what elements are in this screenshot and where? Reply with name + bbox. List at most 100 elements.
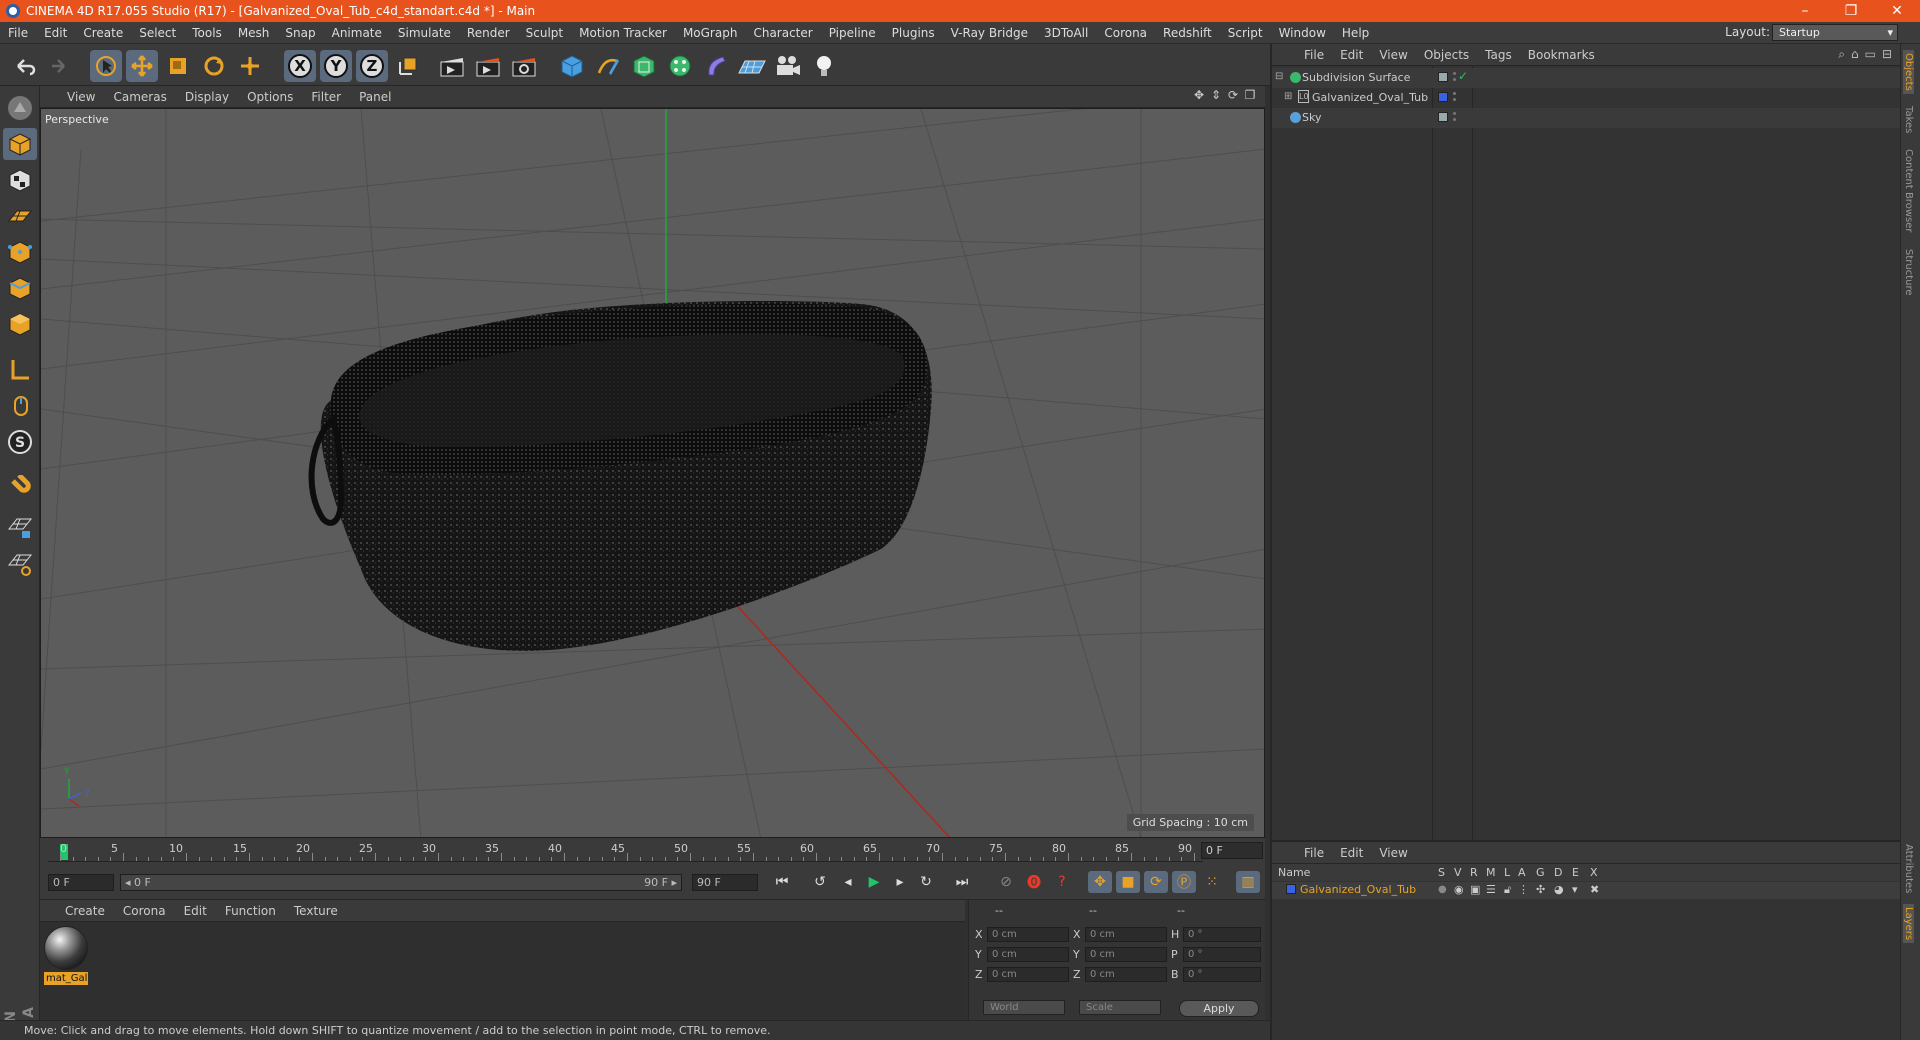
auto-keying-button[interactable]: ⓿	[1022, 871, 1046, 893]
objects-menu-edit[interactable]: Edit	[1332, 48, 1371, 62]
next-key-button[interactable]: ↻	[914, 871, 938, 893]
eye-icon[interactable]: ◉	[1454, 883, 1464, 896]
camera-button[interactable]	[772, 50, 804, 82]
menu-mesh[interactable]: Mesh	[230, 26, 278, 40]
tab-attributes[interactable]: Attributes	[1903, 844, 1914, 893]
layer-box[interactable]	[1438, 72, 1448, 82]
orbit-icon[interactable]: ⟳	[1226, 88, 1240, 104]
rot-b-field[interactable]: 0 °	[1183, 967, 1261, 982]
render-icon[interactable]: ▣	[1470, 883, 1480, 896]
axis-mode-button[interactable]	[3, 354, 37, 386]
menu-sculpt[interactable]: Sculpt	[518, 26, 571, 40]
material-menu-edit[interactable]: Edit	[175, 904, 216, 918]
col-generators[interactable]: G	[1536, 866, 1545, 879]
menu-edit[interactable]: Edit	[36, 26, 75, 40]
rot-h-field[interactable]: 0 °	[1183, 927, 1261, 942]
layer-color-box[interactable]	[1438, 92, 1448, 102]
previous-frame-button[interactable]: ◂	[836, 871, 860, 893]
layer-color-swatch[interactable]	[1286, 884, 1296, 894]
tab-content-browser[interactable]: Content Browser	[1903, 149, 1914, 232]
menu-window[interactable]: Window	[1271, 26, 1334, 40]
magnet-tool-button[interactable]	[3, 472, 37, 504]
model-mode-button[interactable]	[3, 128, 37, 160]
cloner-button[interactable]	[664, 50, 696, 82]
timeline-ruler[interactable]: 0 5 10 15 20 25 30 35 40 45 50 55 60 65 …	[40, 838, 1265, 864]
menu-animate[interactable]: Animate	[324, 26, 390, 40]
layers-menu-file[interactable]: File	[1296, 846, 1332, 860]
start-frame-field[interactable]: 0 F	[48, 874, 114, 891]
live-selection-button[interactable]	[90, 50, 122, 82]
workplane-button[interactable]	[3, 200, 37, 232]
end-frame-field[interactable]: 90 F	[692, 874, 758, 891]
y-axis-lock-button[interactable]: Y	[320, 50, 352, 82]
size-x-field[interactable]: 0 cm	[1085, 927, 1167, 942]
menu-redshift[interactable]: Redshift	[1155, 26, 1220, 40]
size-z-field[interactable]: 0 cm	[1085, 967, 1167, 982]
key-scale-button[interactable]: ■	[1116, 871, 1140, 893]
viewport-menu-options[interactable]: Options	[238, 90, 302, 104]
frame-range-slider[interactable]: ◂ 0 F 90 F ▸	[120, 874, 682, 891]
object-row-subdivision[interactable]: ⊟ Subdivision Surface ✓	[1272, 68, 1902, 88]
layers-menu-edit[interactable]: Edit	[1332, 846, 1371, 860]
frame-ruler[interactable]: 0 5 10 15 20 25 30 35 40 45 50 55 60 65 …	[48, 840, 1203, 862]
viewport-menu-cameras[interactable]: Cameras	[104, 90, 175, 104]
viewport-menu-filter[interactable]: Filter	[302, 90, 350, 104]
col-expressions[interactable]: E	[1572, 866, 1579, 879]
xref-icon[interactable]: ✖	[1590, 883, 1599, 896]
menu-tools[interactable]: Tools	[184, 26, 230, 40]
col-solo[interactable]: S	[1438, 866, 1445, 879]
generator-icon[interactable]: ✣	[1536, 883, 1545, 896]
key-position-button[interactable]: ✥	[1088, 871, 1112, 893]
play-button[interactable]: ▶	[862, 871, 886, 893]
layer-name[interactable]: Galvanized_Oval_Tub	[1300, 883, 1416, 896]
col-xref[interactable]: X	[1590, 866, 1598, 879]
visibility-dots[interactable]	[1452, 71, 1457, 84]
col-view[interactable]: V	[1454, 866, 1462, 879]
snap-button[interactable]: S	[3, 426, 37, 458]
maximize-button[interactable]: ❐	[1828, 0, 1874, 22]
tab-structure[interactable]: Structure	[1903, 249, 1914, 296]
key-rotation-button[interactable]: ⟳	[1144, 871, 1168, 893]
menu-character[interactable]: Character	[745, 26, 820, 40]
edge-mode-button[interactable]	[3, 272, 37, 304]
menu-corona[interactable]: Corona	[1096, 26, 1155, 40]
z-axis-lock-button[interactable]: Z	[356, 50, 388, 82]
render-view-button[interactable]	[436, 50, 468, 82]
apply-button[interactable]: Apply	[1179, 1000, 1259, 1017]
objects-menu-file[interactable]: File	[1296, 48, 1332, 62]
viewport-menu-display[interactable]: Display	[176, 90, 238, 104]
menu-pipeline[interactable]: Pipeline	[821, 26, 884, 40]
manager-icon[interactable]: ☰	[1486, 883, 1496, 896]
objects-menu-tags[interactable]: Tags	[1477, 48, 1520, 62]
layout-dropdown[interactable]: Startup	[1772, 24, 1898, 41]
coordinate-space-dropdown[interactable]: World	[983, 1000, 1065, 1015]
scale-tool-button[interactable]	[162, 50, 194, 82]
new-window-icon[interactable]: ⊟	[1882, 47, 1892, 62]
x-axis-lock-button[interactable]: X	[284, 50, 316, 82]
size-y-field[interactable]: 0 cm	[1085, 947, 1167, 962]
material-name-label[interactable]: mat_Gal	[44, 972, 88, 985]
objects-menu-view[interactable]: View	[1371, 48, 1415, 62]
pos-z-field[interactable]: 0 cm	[987, 967, 1069, 982]
home-icon[interactable]: ⌂	[1851, 47, 1859, 62]
material-preview-sphere[interactable]	[44, 926, 88, 970]
menu-script[interactable]: Script	[1220, 26, 1271, 40]
tab-takes[interactable]: Takes	[1903, 106, 1914, 133]
minimize-button[interactable]: –	[1782, 0, 1828, 22]
spline-pen-button[interactable]	[592, 50, 624, 82]
collapse-icon[interactable]: ▭	[1865, 47, 1876, 62]
material-menu-corona[interactable]: Corona	[114, 904, 175, 918]
search-icon[interactable]: ⌕	[1838, 47, 1845, 62]
tab-objects[interactable]: Objects	[1903, 50, 1914, 94]
menu-select[interactable]: Select	[131, 26, 184, 40]
point-mode-button[interactable]	[3, 236, 37, 268]
menu-file[interactable]: File	[0, 26, 36, 40]
current-frame-field[interactable]: 0 F	[1201, 842, 1263, 859]
rotate-tool-button[interactable]	[198, 50, 230, 82]
solo-dot-icon[interactable]: ●	[1438, 884, 1447, 895]
menu-create[interactable]: Create	[75, 26, 131, 40]
col-name[interactable]: Name	[1278, 866, 1310, 879]
col-manager[interactable]: M	[1486, 866, 1496, 879]
light-button[interactable]	[808, 50, 840, 82]
layers-menu-view[interactable]: View	[1371, 846, 1415, 860]
